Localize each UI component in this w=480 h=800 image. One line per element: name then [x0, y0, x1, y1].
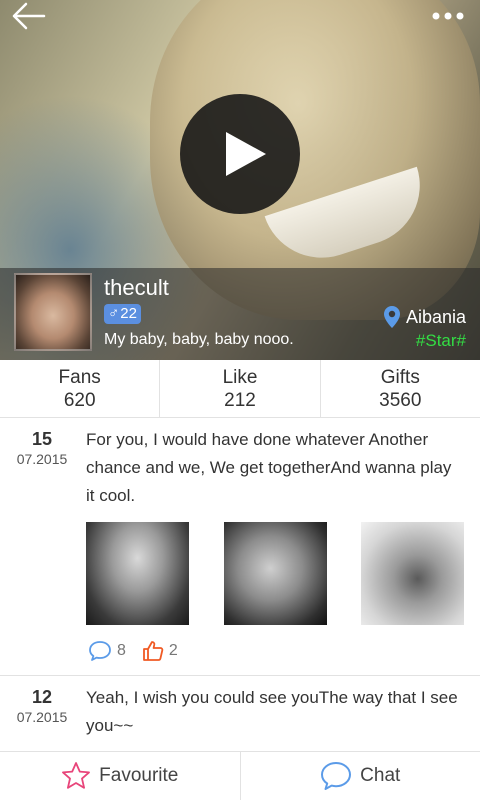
like-button[interactable]: 2 [142, 640, 178, 662]
more-dots-icon [432, 12, 464, 20]
stat-like[interactable]: Like 212 [160, 360, 321, 417]
male-icon: ♂ [108, 305, 120, 322]
stat-label: Gifts [380, 367, 420, 388]
star-icon [62, 762, 91, 789]
post-photo[interactable] [361, 522, 464, 625]
location-text: Aibania [405, 306, 466, 327]
post-day: 12 [31, 687, 53, 707]
stat-gifts[interactable]: Gifts 3560 [321, 360, 480, 417]
location-pin-icon [383, 306, 400, 328]
comment-button[interactable]: 8 [88, 640, 126, 662]
profile-tag[interactable]: #Star# [416, 331, 466, 351]
chat-label: Chat [360, 765, 401, 786]
post-reactions: 8 2 [88, 640, 178, 662]
play-icon [226, 132, 266, 176]
chat-bubble-icon [321, 762, 352, 790]
post-item: 12 07.2015 Yeah, I wish you could see yo… [0, 676, 480, 751]
stat-label: Fans [58, 367, 101, 388]
bio: My baby, baby, baby nooo. [104, 331, 294, 348]
location: Aibania [383, 305, 466, 329]
post-month: 07.2015 [16, 709, 68, 725]
stat-value: 3560 [379, 390, 422, 411]
comment-bubble-icon [89, 641, 111, 661]
favourite-label: Favourite [99, 765, 179, 786]
comment-count: 8 [117, 642, 126, 659]
post-photo[interactable] [86, 522, 189, 625]
stat-value: 212 [224, 390, 256, 411]
like-count: 2 [168, 642, 178, 659]
favourite-button[interactable]: Favourite [0, 752, 241, 800]
thumbs-up-icon [143, 641, 164, 661]
stat-value: 620 [63, 390, 96, 411]
gender-age-badge: ♂ 22 [104, 304, 141, 324]
post-date: 12 07.2015 [0, 686, 84, 726]
stat-fans[interactable]: Fans 620 [0, 360, 161, 417]
post-month: 07.2015 [16, 451, 68, 467]
post-date: 15 07.2015 [0, 428, 84, 468]
post-day: 15 [31, 429, 53, 449]
bottom-action-bar: Favourite Chat [0, 751, 480, 800]
stat-label: Like [222, 367, 258, 388]
stats-row: Fans 620 Like 212 Gifts 3560 [0, 360, 480, 418]
age-value: 22 [120, 305, 137, 322]
username: thecult [104, 275, 169, 300]
more-options-button[interactable] [428, 4, 468, 28]
post-text: For you, I would have done whatever Anot… [86, 430, 452, 505]
back-button[interactable] [10, 2, 50, 32]
chat-button[interactable]: Chat [241, 752, 480, 800]
post-photo[interactable] [224, 522, 327, 625]
arrow-left-icon [12, 2, 46, 30]
avatar[interactable] [14, 273, 92, 351]
post-text: Yeah, I wish you could see youThe way th… [86, 688, 458, 735]
play-button[interactable] [180, 94, 300, 214]
post-item: 15 07.2015 For you, I would have done wh… [0, 418, 480, 676]
